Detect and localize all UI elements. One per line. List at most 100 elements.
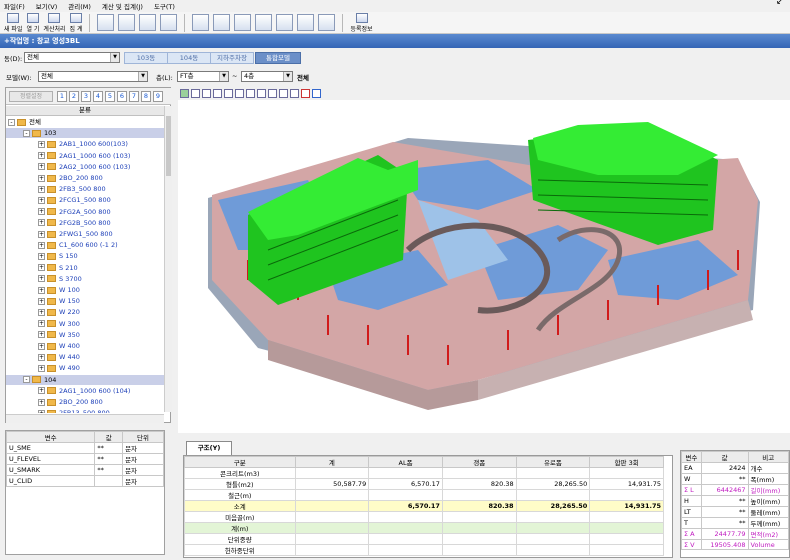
tree-item[interactable]: +2AG1_1000 600 (104) (6, 386, 164, 396)
prop-row[interactable]: U_SME ** 문자 (5, 442, 164, 454)
cube-icon-1[interactable] (213, 88, 222, 98)
tree-item[interactable]: + S 150 (6, 251, 164, 261)
floor-to-select[interactable]: 4층 ▼ (241, 71, 293, 82)
cube-icon-8[interactable] (290, 88, 299, 98)
number-button[interactable]: 6 (117, 91, 127, 102)
expand-icon[interactable]: + (38, 185, 45, 193)
expand-icon[interactable]: - (8, 118, 15, 126)
tree-item[interactable]: + W 100 (6, 285, 164, 295)
cube-icon-2[interactable] (224, 88, 233, 98)
calc-row[interactable]: 형틀(m2) 50,587.79 6,570.17 820.38 28,265.50 14… (184, 478, 664, 490)
expand-icon[interactable]: + (38, 353, 45, 361)
expand-icon[interactable]: + (38, 286, 45, 294)
expand-icon[interactable]: + (38, 264, 45, 272)
expand-icon[interactable]: + (38, 230, 45, 238)
layout-icon-3[interactable] (234, 14, 252, 31)
number-button[interactable]: 2 (69, 91, 79, 102)
list-icon[interactable] (301, 88, 310, 98)
tree-item[interactable]: + W 220 (6, 307, 164, 317)
tree-item[interactable]: + W 150 (6, 296, 164, 306)
calc-row[interactable]: 미음골(m) (184, 511, 664, 523)
tree-item[interactable]: + C1_600 600 (-1 2) (6, 240, 164, 250)
expand-icon[interactable]: + (38, 275, 45, 283)
tree-item[interactable]: + W 490 (6, 363, 164, 373)
camera-icon[interactable] (191, 88, 200, 98)
tree-item[interactable]: + W 350 (6, 330, 164, 340)
calc-row[interactable]: 헌하중단위 (184, 544, 664, 556)
new-file-button[interactable]: 새 파일 (2, 12, 24, 33)
prop-row[interactable]: U_SMARK ** 문자 (5, 464, 164, 476)
tree-item[interactable]: +2FG2B_500 800 (6, 218, 164, 228)
expand-icon[interactable]: + (38, 241, 45, 249)
scroll-thumb[interactable] (166, 116, 171, 176)
tree-item[interactable]: + S 210 (6, 263, 164, 273)
tree-item[interactable]: + W 400 (6, 341, 164, 351)
green-view-icon[interactable] (180, 88, 189, 98)
prop-row[interactable]: U_CLID 문자 (5, 475, 164, 487)
expand-icon[interactable]: + (38, 152, 45, 160)
tab-104[interactable]: 104동 (167, 52, 211, 64)
tree-horizontal-scrollbar[interactable] (6, 414, 164, 423)
layout-icon-1[interactable] (192, 14, 210, 31)
tree-item[interactable]: +2BO_200 800 (6, 173, 164, 183)
cube-icon-4[interactable] (246, 88, 255, 98)
tree-item[interactable]: - 104 (6, 374, 164, 385)
expand-icon[interactable]: - (23, 376, 30, 384)
tree-item[interactable]: + S 3700 (6, 274, 164, 284)
expand-icon[interactable]: - (23, 129, 30, 137)
tree-item[interactable]: - 전체 (6, 117, 164, 127)
search-icon[interactable] (160, 14, 178, 31)
tab-integrated-model[interactable]: 통합모델 (255, 52, 301, 64)
cube-icon-5[interactable] (257, 88, 266, 98)
tree-item[interactable]: +2BO_200 800 (6, 397, 164, 407)
tab-103[interactable]: 103동 (124, 52, 168, 64)
menu-item[interactable]: 관리(M) (68, 1, 91, 11)
tree-item[interactable]: +2AG1_1000 600 (103) (6, 151, 164, 161)
expand-icon[interactable]: + (38, 364, 45, 372)
tree-item[interactable]: - 103 (6, 128, 164, 139)
number-button[interactable]: 3 (81, 91, 91, 102)
recalc-button[interactable]: 계산처리 (41, 12, 67, 33)
expand-icon[interactable]: + (38, 140, 45, 148)
calc-row[interactable]: 철근(m) (184, 489, 664, 501)
summary-button[interactable]: 집 계 (68, 12, 85, 33)
expand-icon[interactable]: + (38, 320, 45, 328)
tree-item[interactable]: +2FB13_500 800 (6, 408, 164, 413)
close-icon[interactable]: ↙ (776, 0, 784, 7)
tree-item[interactable]: +2FCG1_500 800 (6, 195, 164, 205)
3d-model-viewport[interactable] (178, 100, 790, 433)
layout-icon-4[interactable] (255, 14, 273, 31)
calc-row[interactable]: 소계 6,570.17 820.38 28,265.50 14,931.75 (184, 500, 664, 512)
variable-row[interactable]: EA 2424 개수 (681, 462, 790, 474)
cube-icon-7[interactable] (279, 88, 288, 98)
open-button[interactable]: 열 기 (24, 12, 41, 33)
layout-icon-6[interactable] (297, 14, 315, 31)
number-button[interactable]: 5 (105, 91, 115, 102)
layout-icon-7[interactable] (318, 14, 336, 31)
layout-icon-2[interactable] (213, 14, 231, 31)
expand-icon[interactable]: + (38, 398, 45, 406)
member-select[interactable]: 전체 ▼ (38, 71, 148, 82)
tree-item[interactable]: +2AB1_1000 600(103) (6, 139, 164, 149)
expand-icon[interactable]: + (38, 308, 45, 316)
expand-icon[interactable]: + (38, 208, 45, 216)
number-button[interactable]: 7 (129, 91, 139, 102)
sort-setting-button[interactable]: 정렬설정 (9, 91, 53, 102)
variable-row[interactable]: T ** 두께(mm) (681, 517, 790, 529)
tab-structure[interactable]: 구조(Y) (186, 441, 232, 455)
calc-row[interactable]: 단위중량 (184, 533, 664, 545)
variable-row[interactable]: H ** 높이(mm) (681, 495, 790, 507)
variable-row[interactable]: Σ A 24477.79 면적(m2) (681, 528, 790, 540)
tree-item[interactable]: + W 440 (6, 352, 164, 362)
number-button[interactable]: 1 (57, 91, 67, 102)
tab-parking[interactable]: 지하주차장 (210, 52, 254, 64)
menu-item[interactable]: 도구(T) (154, 1, 175, 11)
floor-from-select[interactable]: FT층 ▼ (177, 71, 229, 82)
expand-icon[interactable]: + (38, 196, 45, 204)
expand-icon[interactable]: + (38, 252, 45, 260)
expand-icon[interactable]: + (38, 297, 45, 305)
menu-item[interactable]: 파일(F) (4, 1, 25, 11)
expand-icon[interactable]: + (38, 219, 45, 227)
expand-icon[interactable]: + (38, 331, 45, 339)
variable-row[interactable]: W ** 폭(mm) (681, 473, 790, 485)
